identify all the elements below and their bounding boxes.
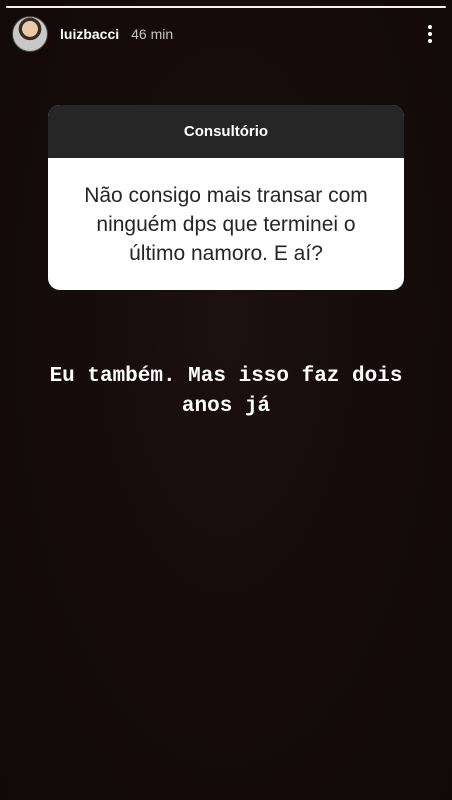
more-options-icon[interactable] — [420, 22, 440, 46]
avatar[interactable] — [12, 16, 48, 52]
question-text: Não consigo mais transar com ninguém dps… — [84, 183, 368, 265]
story-view[interactable]: luizbacci 46 min Consultório Não consigo… — [0, 0, 452, 800]
more-dot — [428, 32, 432, 36]
story-header: luizbacci 46 min — [12, 14, 440, 54]
question-sticker[interactable]: Consultório Não consigo mais transar com… — [48, 105, 404, 290]
post-time: 46 min — [131, 26, 174, 42]
progress-segment — [6, 6, 446, 8]
more-dot — [428, 25, 432, 29]
username[interactable]: luizbacci — [60, 26, 119, 42]
reply-text: Eu também. Mas isso faz dois anos já — [49, 365, 403, 418]
question-sticker-title: Consultório — [48, 105, 404, 158]
more-dot — [428, 39, 432, 43]
story-progress-bar — [6, 6, 446, 9]
